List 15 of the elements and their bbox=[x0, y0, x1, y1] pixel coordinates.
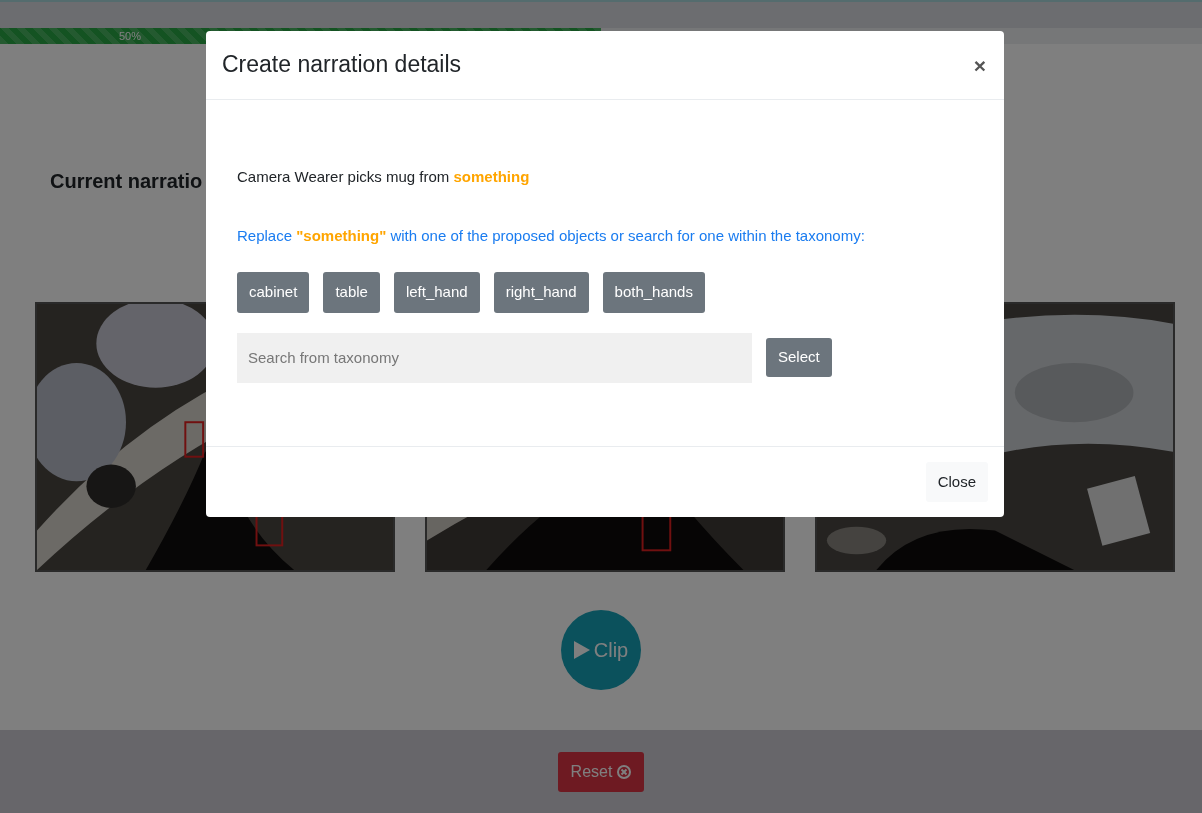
close-circle-icon bbox=[617, 764, 632, 779]
object-option-button[interactable]: right_hand bbox=[493, 272, 589, 313]
object-option-button[interactable]: left_hand bbox=[393, 272, 480, 313]
object-option-button[interactable]: cabinet bbox=[237, 272, 310, 313]
object-option-button[interactable]: table bbox=[323, 272, 380, 313]
instruction-text: Replace "something" with one of the proposed objects or search for one within the taxonomy: bbox=[237, 225, 866, 246]
reset-button[interactable]: Reset bbox=[557, 751, 645, 792]
object-option-button[interactable]: both_hands bbox=[602, 272, 705, 313]
section-heading: Current narratio bbox=[50, 170, 203, 193]
play-icon bbox=[573, 641, 590, 659]
search-field[interactable]: Search from taxonomy bbox=[237, 332, 752, 383]
select-button[interactable]: Select bbox=[766, 338, 832, 377]
narration-text: Camera Wearer picks mug from something bbox=[237, 167, 531, 187]
close-button[interactable]: Close bbox=[925, 461, 988, 503]
dialog-title: Create narration details bbox=[222, 51, 462, 79]
